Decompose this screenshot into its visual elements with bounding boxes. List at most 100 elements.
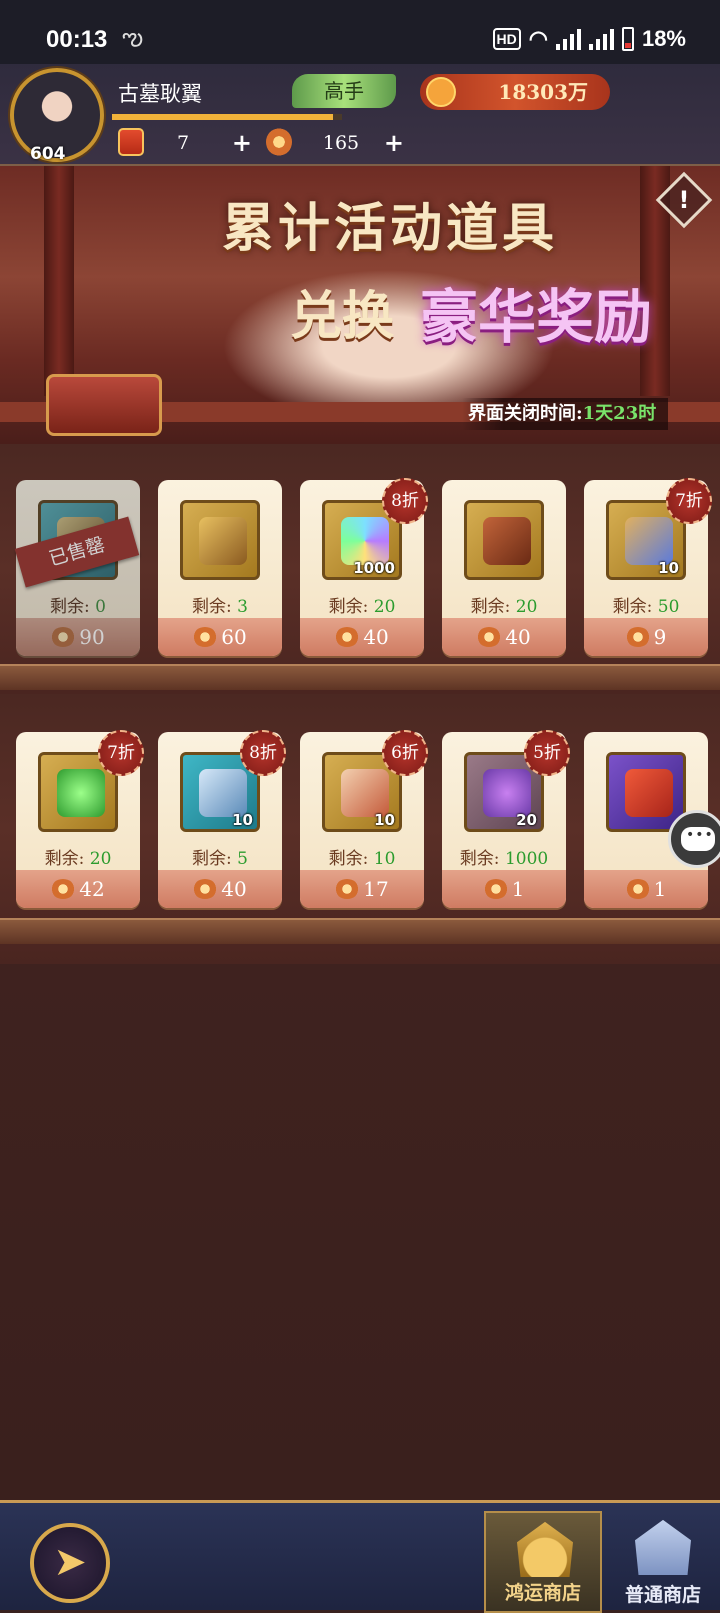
jewelry-box-illustration [46,374,162,436]
shop-item-card[interactable]: 10 剩余: 10 17 6折 [300,730,428,908]
battery-icon [621,27,634,51]
lucky-bag-icon [625,627,650,647]
lucky-bag-icon [193,627,218,647]
lucky-bag-icon [193,879,218,899]
discount-badge: 8折 [240,730,286,776]
bottom-nav: ➤ 鸿运商店 普通商店 [0,1500,720,1613]
shop-item-card[interactable]: 剩余: 20 42 7折 [16,730,144,908]
price-button[interactable]: 1 [584,870,708,908]
price-value: 60 [221,625,247,649]
price-value: 1 [511,877,525,901]
gold-ingot-icon [426,77,456,107]
player-name: 古墓耿翼 [118,82,202,106]
price-button[interactable]: 9 [584,618,708,656]
item-quantity: 20 [516,811,537,829]
hd-icon: HD [492,28,521,50]
banner-title-1: 累计活动道具 [222,198,559,259]
lucky-bag-icon [625,879,650,899]
chat-button[interactable] [668,810,720,868]
lucky-bag-icon [335,879,360,899]
close-timer-label: 界面关闭时间: [468,403,583,424]
avatar[interactable]: 604 [10,68,104,164]
shop-item-card[interactable]: 1000 剩余: 20 40 8折 [300,478,428,656]
item-quantity: 10 [232,811,253,829]
item-frame [464,500,544,580]
tab-lucky-shop-label: 鸿运商店 [504,1582,581,1604]
gem-chest-icon [625,517,673,565]
back-button[interactable]: ➤ [30,1523,110,1603]
lucky-shop-icon [517,1521,573,1577]
shop-item-card[interactable]: 10 剩余: 50 9 7折 [584,478,712,656]
banner-title-2b: 豪华奖励 [420,283,653,351]
red-lantern-icon [625,769,673,817]
player-level: 604 [30,144,66,164]
shop-item-card[interactable]: 20 剩余: 1000 1 5折 [442,730,570,908]
item-quantity: 10 [374,811,395,829]
remaining-stock: 剩余: 10 [328,849,396,869]
shop-item-card[interactable]: 剩余: 3 60 [158,480,282,656]
remaining-stock: 剩余: 3 [192,597,248,617]
price-button[interactable]: 60 [158,618,282,656]
notification-icon: ఌ [122,24,144,51]
item-frame [180,500,260,580]
shop-item-card[interactable]: 10 剩余: 5 40 8折 [158,730,286,908]
price-button: 90 [16,618,140,656]
item-quantity: 10 [658,559,679,577]
jade-beast-icon [57,769,105,817]
signal-icon [555,28,581,50]
gold-treasure-chest-icon [199,517,247,565]
item-quantity: 1000 [353,559,395,577]
status-bar: 00:13 ఌ HD ◠ 18% [0,0,720,64]
shop-item-card[interactable]: 剩余: 0 90 已售罄 [14,480,140,656]
gold-amount: 18303万 [498,80,588,104]
tab-normal-shop[interactable]: 普通商店 [604,1511,720,1613]
scroll-icon [118,128,144,156]
add-bag-button[interactable]: + [384,128,404,158]
price-value: 1 [653,877,667,901]
back-arrow-icon: ➤ [53,1539,87,1585]
status-icons: HD ◠ 18% [492,26,686,52]
banner-title-2a: 兑换 [290,286,395,347]
price-value: 17 [363,877,389,901]
tab-lucky-shop[interactable]: 鸿运商店 [484,1511,602,1613]
rank-badge: 高手 [292,74,396,108]
price-button[interactable]: 17 [300,870,424,908]
price-value: 90 [79,625,105,649]
price-button[interactable]: 40 [300,618,424,656]
discount-badge: 8折 [382,478,428,524]
bag-currency: 165 + [266,128,404,158]
lucky-bag-icon [483,879,508,899]
price-button[interactable]: 42 [16,870,140,908]
remaining-stock: 剩余: 20 [44,849,112,869]
discount-badge: 5折 [524,730,570,776]
price-button[interactable]: 1 [442,870,566,908]
clock: 00:13 [46,26,108,53]
signal-icon-2 [588,28,614,50]
close-timer: 界面关闭时间:1天23时 [462,398,669,430]
discount-badge: 7折 [666,478,712,524]
scroll-count: 7 [176,132,190,154]
price-value: 40 [505,625,531,649]
price-value: 42 [79,877,105,901]
remaining-stock: 剩余: 5 [192,849,248,869]
discount-badge: 7折 [98,730,144,776]
lucky-bag-icon [477,627,502,647]
chat-icon [681,827,715,851]
scroll-currency: 7 + [118,128,252,158]
price-value: 40 [363,625,389,649]
price-value: 40 [221,877,247,901]
remaining-stock: 剩余: 0 [50,597,106,617]
exp-bar [112,114,342,120]
gold-display: 18303万 [420,74,610,110]
close-timer-value: 1天23时 [582,403,657,424]
remaining-stock: 剩余: 20 [328,597,396,617]
price-button[interactable]: 40 [442,618,566,656]
remaining-stock: 剩余: 20 [470,597,538,617]
shop-item-card[interactable]: 剩余: 20 40 [442,480,566,656]
price-button[interactable]: 40 [158,870,282,908]
event-banner: 累计活动道具 兑换 豪华奖励 ! 界面关闭时间:1天23时 [0,166,720,444]
add-scroll-button[interactable]: + [232,128,252,158]
normal-shop-icon [635,1519,691,1575]
rainbow-gem-icon [341,517,389,565]
price-value: 9 [653,625,667,649]
